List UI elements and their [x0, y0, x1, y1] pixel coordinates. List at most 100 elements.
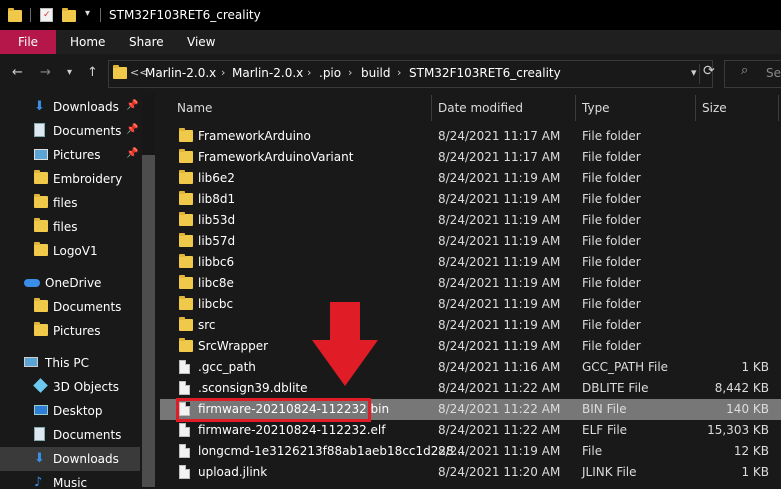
file-date-modified: 8/24/2021 11:19 AM [438, 318, 561, 332]
file-row[interactable]: lib6e2 8/24/2021 11:19 AM File folder [160, 168, 781, 189]
file-type: File folder [582, 192, 641, 206]
sidebar-item-pc-downloads[interactable]: ⬇ Downloads [0, 447, 140, 471]
sidebar-item-music[interactable]: ♪ Music [0, 471, 140, 489]
desktop-icon [34, 403, 48, 417]
column-header-date[interactable]: Date modified [438, 101, 523, 115]
file-row[interactable]: firmware-20210824-112232.elf 8/24/2021 11… [160, 420, 781, 441]
folder-icon [34, 170, 48, 185]
file-row[interactable]: longcmd-1e3126213f88ab1aeb18cc1d228... 8/… [160, 441, 781, 462]
file-size: 8,442 KB [714, 381, 769, 395]
folder-icon [179, 296, 193, 310]
folder-icon [8, 8, 22, 22]
download-arrow-icon: ⬇ [34, 451, 45, 466]
folder-icon [34, 194, 48, 209]
up-arrow-icon[interactable]: ↑ [87, 66, 98, 80]
file-row[interactable]: FrameworkArduinoVariant 8/24/2021 11:17 A… [160, 147, 781, 168]
sidebar-item-desktop[interactable]: Desktop [0, 399, 140, 423]
file-date-modified: 8/24/2021 11:19 AM [438, 234, 561, 248]
search-input[interactable]: Se [766, 66, 781, 80]
column-separator[interactable] [575, 95, 576, 121]
tab-file[interactable]: File [0, 30, 56, 54]
file-name: SrcWrapper [198, 339, 269, 353]
file-row[interactable]: lib53d 8/24/2021 11:19 AM File folder [160, 210, 781, 231]
breadcrumb-marlin-root[interactable]: Marlin-2.0.x [145, 66, 216, 80]
file-row[interactable]: src 8/24/2021 11:19 AM File folder [160, 315, 781, 336]
file-date-modified: 8/24/2021 11:19 AM [438, 213, 561, 227]
breadcrumb-chevron-icon[interactable]: › [221, 66, 225, 79]
folder-icon [179, 275, 193, 289]
column-header-name[interactable]: Name [177, 101, 212, 115]
file-row[interactable]: lib57d 8/24/2021 11:19 AM File folder [160, 231, 781, 252]
file-name: .gcc_path [198, 360, 256, 374]
sidebar-item-onedrive[interactable]: OneDrive [0, 271, 140, 295]
recent-locations-chevron-icon[interactable]: ▾ [67, 66, 72, 80]
chevron-down-icon[interactable]: ▾ [85, 8, 90, 19]
window-title: STM32F103RET6_creality [109, 8, 261, 22]
file-date-modified: 8/24/2021 11:19 AM [438, 276, 561, 290]
sidebar-item-label: Music [53, 476, 88, 489]
sidebar-item-downloads[interactable]: ⬇ Downloads 📌 [0, 95, 140, 119]
file-date-modified: 8/24/2021 11:19 AM [438, 297, 561, 311]
sidebar-item-logov1[interactable]: LogoV1 [0, 239, 140, 263]
file-type: File folder [582, 276, 641, 290]
address-dropdown-chevron-icon[interactable]: ▾ [691, 66, 697, 79]
tab-home[interactable]: Home [70, 30, 105, 54]
forward-arrow-icon[interactable]: → [40, 66, 51, 80]
folder-icon [179, 212, 193, 226]
sidebar-item-3d-objects[interactable]: 3D Objects [0, 375, 140, 399]
file-row[interactable]: upload.jlink 8/24/2021 11:20 AM JLINK File… [160, 462, 781, 483]
sidebar-item-label: Desktop [53, 404, 103, 418]
sidebar-item-onedrive-documents[interactable]: Documents [0, 295, 140, 319]
column-separator[interactable] [778, 95, 779, 121]
file-row[interactable]: .sconsign39.dblite 8/24/2021 11:22 AM DBLI… [160, 378, 781, 399]
file-row[interactable]: lib8d1 8/24/2021 11:19 AM File folder [160, 189, 781, 210]
tab-share[interactable]: Share [129, 30, 164, 54]
folder-icon [179, 170, 193, 184]
sidebar-item-onedrive-pictures[interactable]: Pictures [0, 319, 140, 343]
documents-icon [34, 123, 48, 137]
file-row[interactable]: libcbc 8/24/2021 11:19 AM File folder [160, 294, 781, 315]
sidebar-item-documents[interactable]: Documents 📌 [0, 119, 140, 143]
folder-icon [179, 149, 193, 163]
pin-icon: 📌 [126, 100, 139, 111]
file-name: libbc6 [198, 255, 235, 269]
breadcrumb-current[interactable]: STM32F103RET6_creality [409, 66, 561, 80]
tab-view[interactable]: View [187, 30, 215, 54]
sidebar-item-label: Documents [53, 124, 122, 138]
file-row[interactable]: SrcWrapper 8/24/2021 11:19 AM File folder [160, 336, 781, 357]
column-header-type[interactable]: Type [582, 101, 610, 115]
breadcrumb-pio[interactable]: .pio [319, 66, 341, 80]
file-size: 15,303 KB [707, 423, 769, 437]
file-date-modified: 8/24/2021 11:19 AM [438, 255, 561, 269]
folder-icon [34, 322, 48, 337]
new-folder-icon[interactable] [62, 8, 76, 22]
sidebar-item-files[interactable]: files [0, 215, 140, 239]
sidebar-item-this-pc[interactable]: This PC [0, 351, 140, 375]
properties-icon[interactable]: ✓ [40, 8, 53, 22]
file-row[interactable]: .gcc_path 8/24/2021 11:16 AM GCC_PATH File… [160, 357, 781, 378]
file-row[interactable]: libc8e 8/24/2021 11:19 AM File folder [160, 273, 781, 294]
breadcrumb-chevron-icon[interactable]: › [348, 66, 352, 79]
file-type: ELF File [582, 423, 628, 437]
file-date-modified: 8/24/2021 11:19 AM [438, 171, 561, 185]
breadcrumb-marlin-sub[interactable]: Marlin-2.0.x [232, 66, 303, 80]
column-separator[interactable] [431, 95, 432, 121]
nav-scrollbar-thumb[interactable] [142, 155, 155, 487]
column-header-size[interactable]: Size [702, 101, 727, 115]
file-size: 1 KB [741, 360, 769, 374]
back-arrow-icon[interactable]: ← [12, 66, 23, 80]
breadcrumb-chevron-icon[interactable]: › [307, 66, 311, 79]
file-row[interactable]: FrameworkArduino 8/24/2021 11:17 AM File f… [160, 126, 781, 147]
file-icon [179, 465, 190, 479]
folder-icon [179, 317, 193, 331]
breadcrumb-chevron-icon[interactable]: › [397, 66, 401, 79]
column-separator[interactable] [695, 95, 696, 121]
sidebar-item-pictures[interactable]: Pictures 📌 [0, 143, 140, 167]
this-pc-icon [24, 355, 38, 369]
refresh-icon[interactable]: ⟳ [703, 63, 715, 79]
sidebar-item-embroidery[interactable]: Embroidery [0, 167, 140, 191]
sidebar-item-files[interactable]: files [0, 191, 140, 215]
file-row[interactable]: libbc6 8/24/2021 11:19 AM File folder [160, 252, 781, 273]
sidebar-item-pc-documents[interactable]: Documents [0, 423, 140, 447]
breadcrumb-build[interactable]: build [361, 66, 391, 80]
